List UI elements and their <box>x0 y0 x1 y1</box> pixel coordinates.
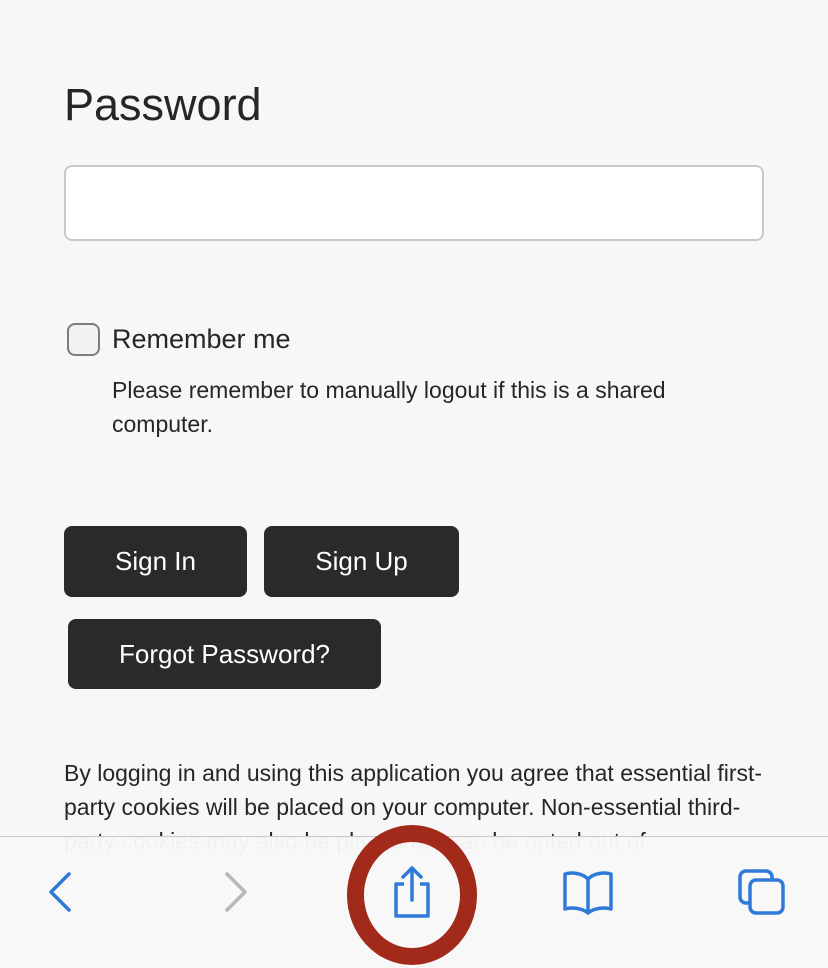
password-input[interactable] <box>64 165 764 241</box>
tabs-icon <box>738 869 785 915</box>
remember-me-row[interactable]: Remember me <box>67 320 291 358</box>
login-page: Password Remember me Please remember to … <box>0 0 828 968</box>
bookmarks-icon <box>563 871 613 915</box>
sign-up-button[interactable]: Sign Up <box>264 526 459 597</box>
browser-toolbar <box>0 836 828 968</box>
remember-me-label[interactable]: Remember me <box>112 320 291 358</box>
tabs-button[interactable] <box>730 837 794 947</box>
remember-me-note: Please remember to manually logout if th… <box>112 377 666 437</box>
password-label: Password <box>64 79 262 130</box>
share-icon <box>394 866 430 918</box>
sign-in-button[interactable]: Sign In <box>64 526 247 597</box>
bookmarks-button[interactable] <box>556 837 620 947</box>
remember-me-checkbox[interactable] <box>67 322 100 356</box>
forward-icon <box>225 872 247 912</box>
share-button[interactable] <box>380 837 444 947</box>
forward-button[interactable] <box>206 837 266 947</box>
back-button[interactable] <box>30 837 90 947</box>
forgot-password-button[interactable]: Forgot Password? <box>68 619 381 689</box>
back-icon <box>49 872 71 912</box>
